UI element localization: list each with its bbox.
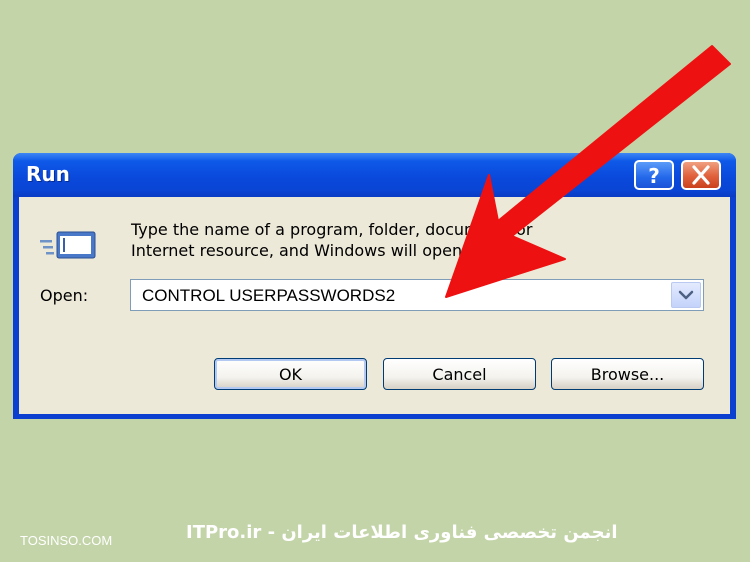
watermark-itpro: ITPro.ir - انجمن تخصصی فناوری اطلاعات ای… bbox=[186, 522, 618, 543]
close-icon bbox=[692, 165, 710, 185]
run-dialog: Run ? Type the name of a program, folder… bbox=[13, 153, 736, 419]
run-icon bbox=[40, 231, 96, 259]
watermark-tosinso: TOSINSO.COM bbox=[20, 533, 113, 548]
dialog-client-area: Type the name of a program, folder, docu… bbox=[19, 197, 730, 414]
title-bar[interactable]: Run ? bbox=[13, 153, 736, 197]
dialog-description: Type the name of a program, folder, docu… bbox=[131, 219, 691, 261]
svg-text:?: ? bbox=[648, 164, 660, 188]
dropdown-button[interactable] bbox=[671, 282, 701, 308]
description-line-1: Type the name of a program, folder, docu… bbox=[131, 220, 533, 239]
open-label: Open: bbox=[40, 286, 89, 305]
close-button[interactable] bbox=[681, 160, 721, 190]
chevron-down-icon bbox=[678, 290, 694, 300]
cancel-button[interactable]: Cancel bbox=[383, 358, 536, 390]
help-button[interactable]: ? bbox=[634, 160, 674, 190]
ok-button[interactable]: OK bbox=[214, 358, 367, 390]
help-icon: ? bbox=[648, 164, 660, 188]
open-combobox[interactable]: CONTROL USERPASSWORDS2 bbox=[130, 279, 704, 311]
browse-button[interactable]: Browse... bbox=[551, 358, 704, 390]
description-line-2: Internet resource, and Windows will open… bbox=[131, 241, 545, 260]
window-title: Run bbox=[26, 162, 70, 186]
open-input[interactable]: CONTROL USERPASSWORDS2 bbox=[142, 286, 395, 306]
